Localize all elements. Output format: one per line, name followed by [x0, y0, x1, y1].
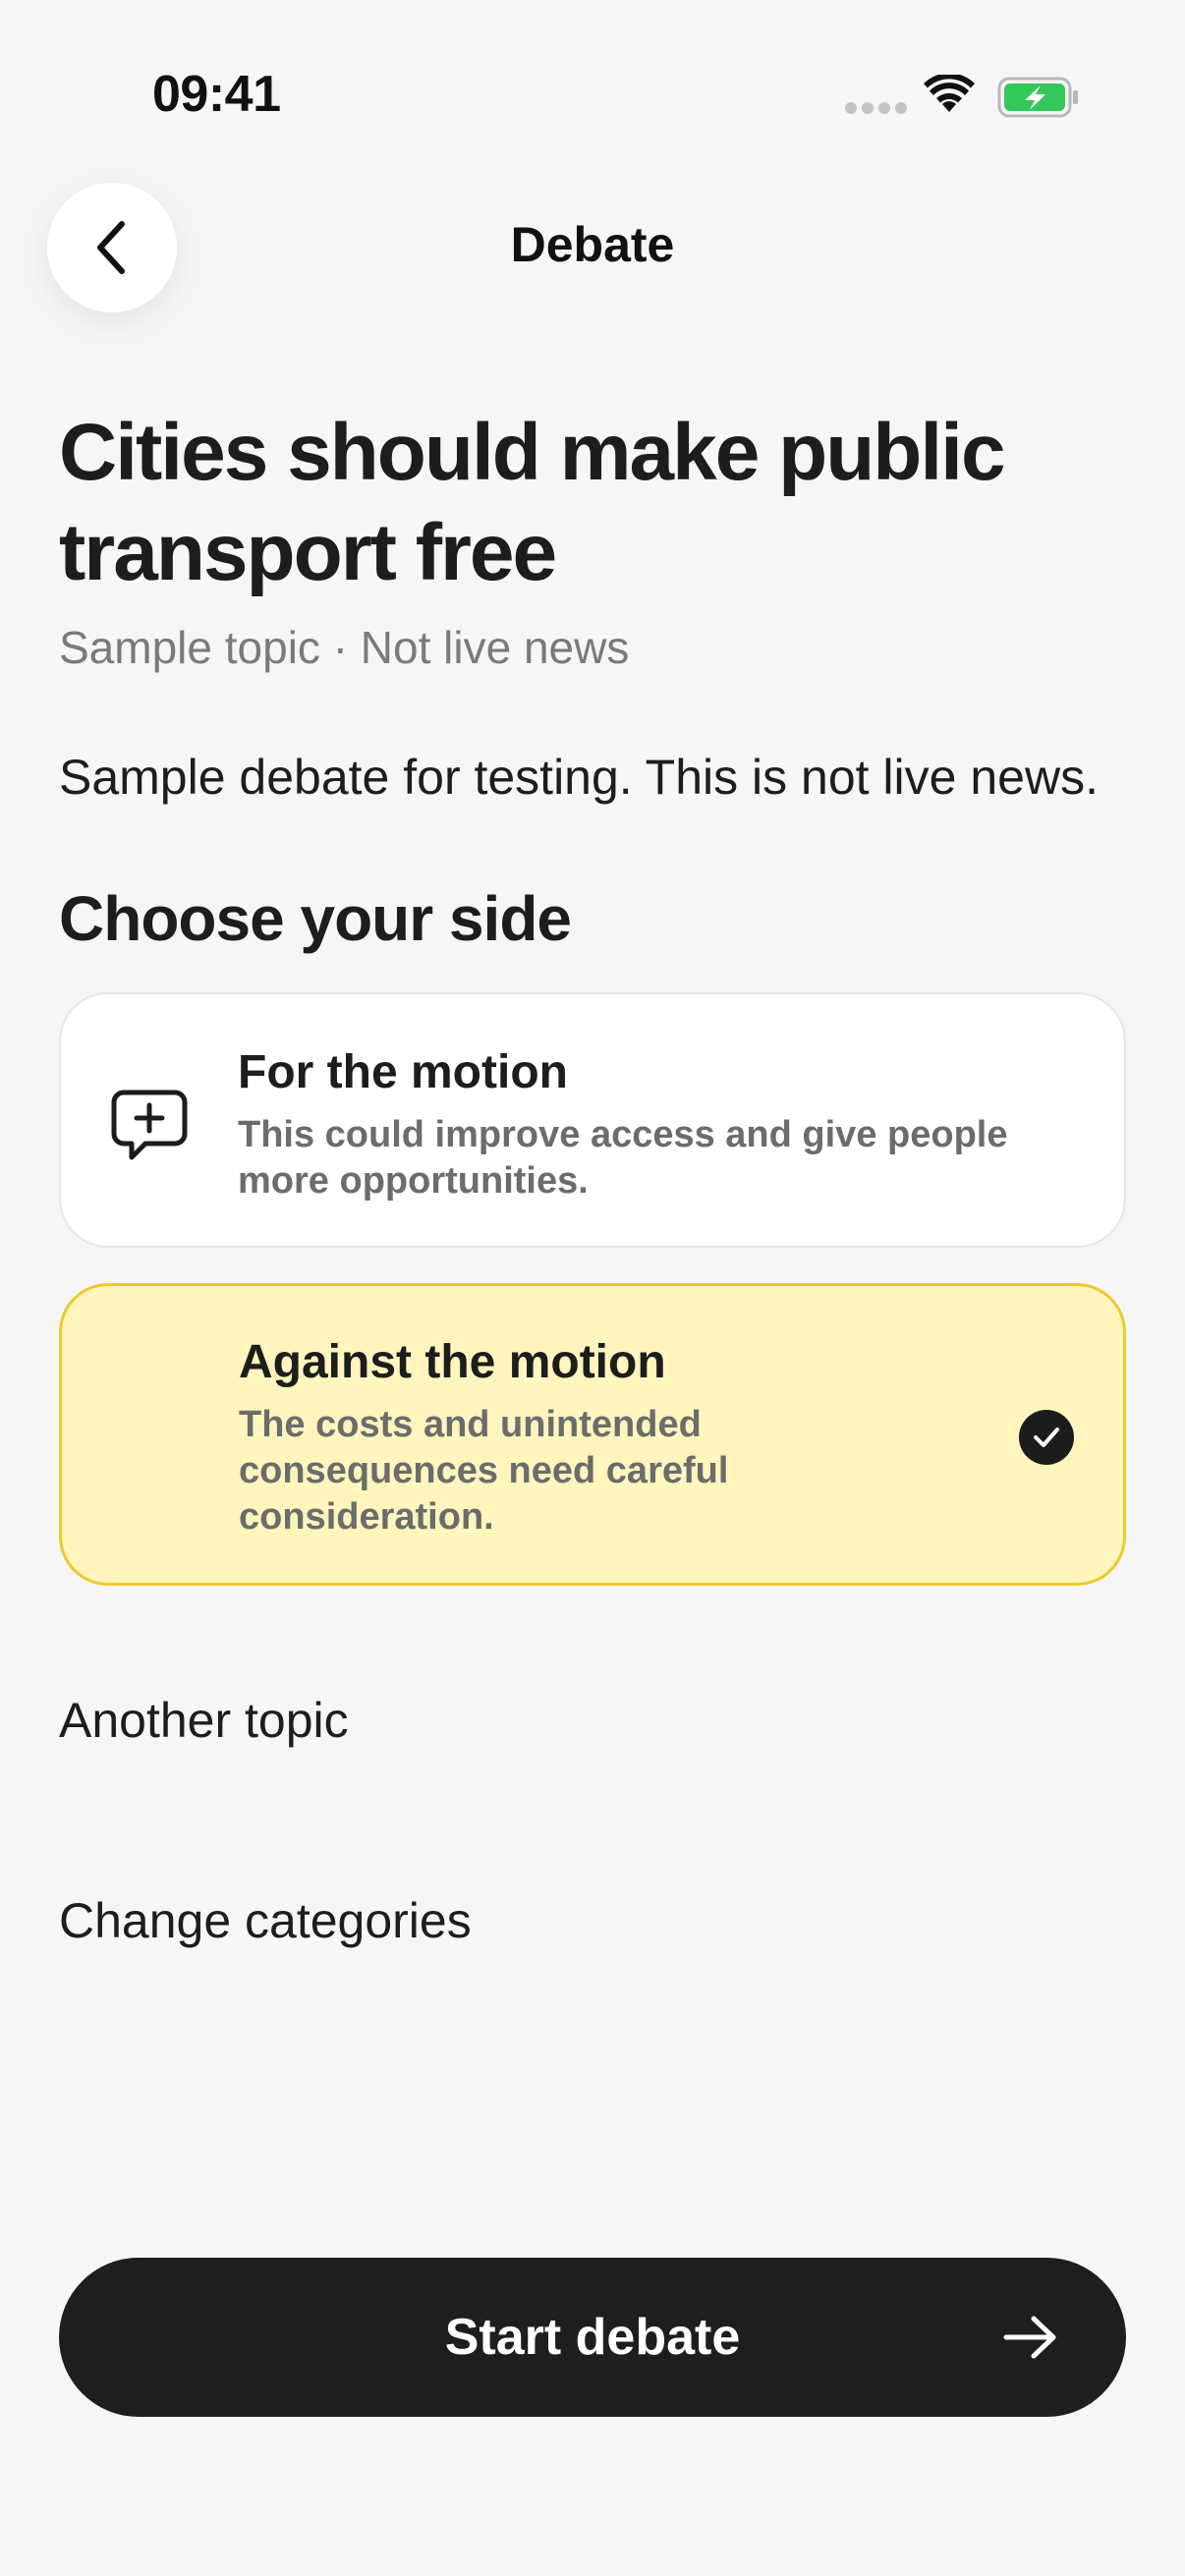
topic-description: Sample debate for testing. This is not l… — [59, 750, 1099, 805]
another-topic-link[interactable]: Another topic — [59, 1692, 349, 1749]
status-time: 09:41 — [152, 66, 281, 123]
nav-title: Debate — [510, 217, 675, 272]
selected-check-icon — [1019, 1410, 1074, 1465]
choose-side-heading: Choose your side — [59, 883, 572, 954]
wifi-icon — [924, 75, 975, 112]
side-option-for[interactable]: For the motion This could improve access… — [59, 992, 1126, 1248]
side-option-description: The costs and unintended consequences ne… — [239, 1404, 729, 1538]
side-option-title: For the motion — [238, 1046, 568, 1098]
battery-charging-icon — [997, 77, 1078, 118]
arrow-right-icon — [1003, 2316, 1056, 2359]
topic-subtitle: Sample topic · Not live news — [59, 622, 630, 673]
side-option-title: Against the motion — [239, 1336, 666, 1388]
chat-bubble-plus-icon — [111, 1090, 188, 1160]
side-option-description: This could improve access and give peopl… — [238, 1114, 1008, 1202]
change-categories-link[interactable]: Change categories — [59, 1892, 472, 1949]
page-title: Cities should make public transport free — [59, 408, 1006, 597]
status-bar: 09:41 — [0, 0, 1185, 187]
start-debate-label: Start debate — [444, 2309, 741, 2366]
checkmark-icon — [1034, 1428, 1059, 1447]
start-debate-button[interactable]: Start debate — [59, 2258, 1126, 2417]
cellular-signal-icon — [845, 102, 908, 114]
side-option-against[interactable]: Against the motion The costs and uninten… — [59, 1283, 1126, 1586]
